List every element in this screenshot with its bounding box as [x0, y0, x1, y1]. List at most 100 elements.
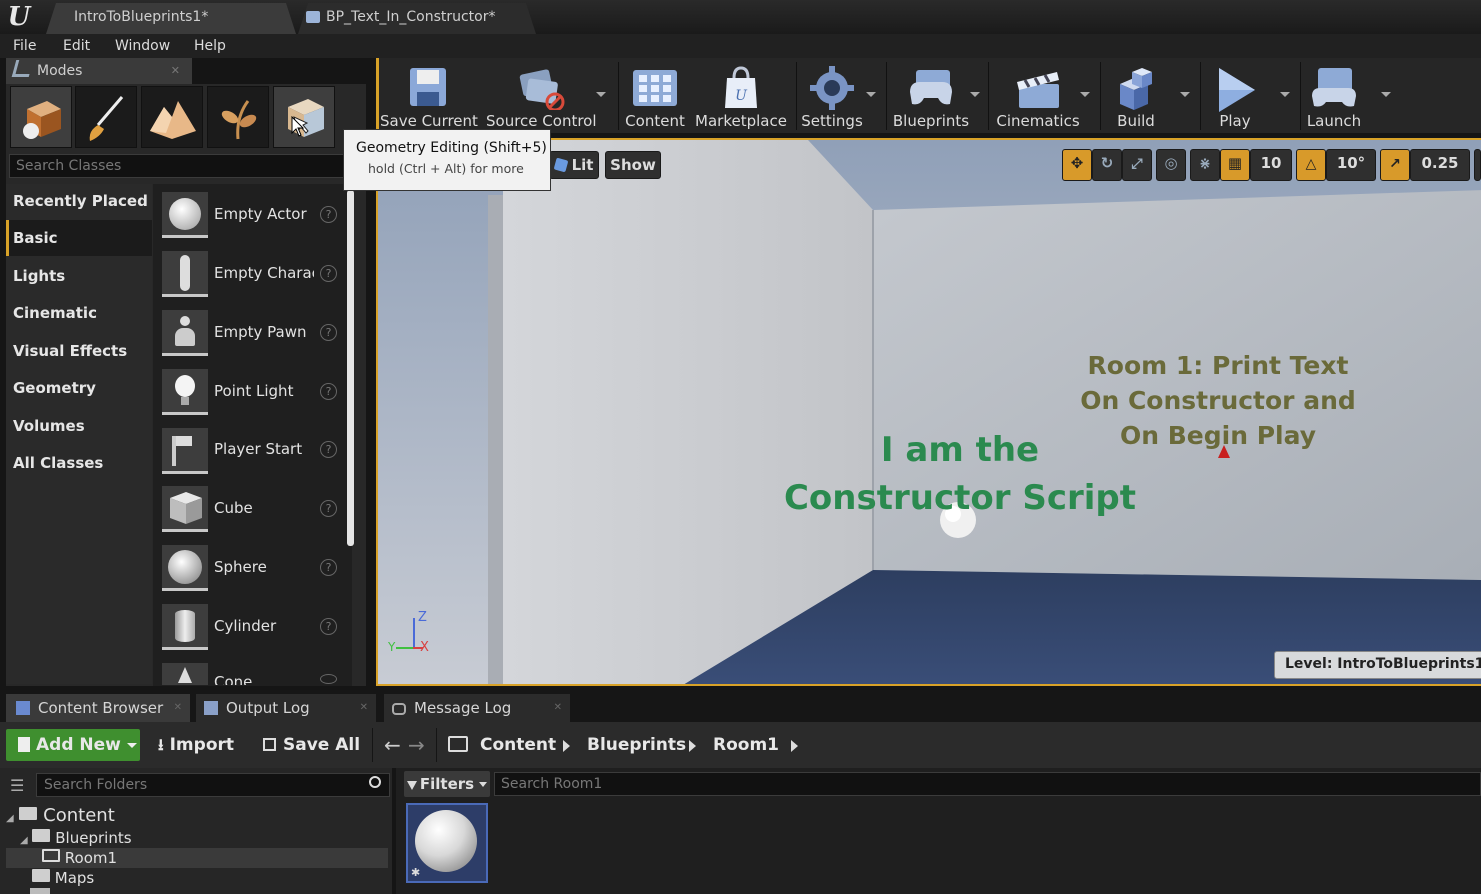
filters-button[interactable]: Filters — [404, 771, 490, 797]
world-space-button[interactable]: ◎ — [1156, 149, 1186, 181]
tree-item-blueprints[interactable]: ◢ Blueprints — [20, 828, 132, 848]
menu-file[interactable]: File — [13, 34, 36, 58]
search-classes-input[interactable]: Search Classes — [9, 154, 345, 178]
tree-item-content[interactable]: ◢ Content — [6, 806, 115, 826]
asset-cube[interactable]: Cube — [214, 499, 314, 517]
mode-landscape-button[interactable] — [141, 86, 203, 148]
category-basic[interactable]: Basic — [6, 220, 152, 256]
close-icon[interactable]: ✕ — [171, 58, 180, 84]
tab-level[interactable]: IntroToBlueprints1* — [46, 3, 296, 34]
scale-snap-toggle[interactable]: ↗ — [1380, 149, 1410, 181]
blueprints-dropdown-icon[interactable] — [970, 92, 980, 97]
camera-speed-button[interactable] — [1474, 149, 1481, 181]
help-icon[interactable]: ? — [320, 324, 337, 341]
asset-cylinder[interactable]: Cylinder — [214, 617, 314, 635]
tab-output-log[interactable]: Output Log ✕ — [196, 694, 376, 722]
search-icon[interactable] — [369, 776, 381, 788]
show-button[interactable]: Show — [605, 151, 661, 179]
help-icon[interactable]: ? — [320, 618, 337, 635]
cube-thumbnail[interactable] — [162, 486, 208, 532]
close-icon[interactable]: ✕ — [360, 694, 368, 722]
category-geometry[interactable]: Geometry — [6, 370, 152, 406]
content-button[interactable]: Content — [624, 60, 686, 132]
save-all-button[interactable]: Save All — [263, 729, 360, 761]
asset-point-light[interactable]: Point Light — [214, 382, 314, 400]
source-control-dropdown-icon[interactable] — [596, 92, 606, 97]
blueprints-button[interactable]: Blueprints — [892, 60, 970, 132]
add-new-button[interactable]: Add New — [6, 729, 140, 761]
save-current-button[interactable]: Save Current — [380, 60, 478, 132]
rotate-tool-button[interactable]: ↻ — [1092, 149, 1122, 181]
surface-snap-button[interactable]: ⋇ — [1190, 149, 1220, 181]
mode-paint-button[interactable] — [75, 86, 137, 148]
tree-options-icon[interactable]: ☰ — [10, 776, 24, 795]
asset-cone[interactable]: Cone — [214, 673, 314, 685]
player-start-thumbnail[interactable] — [162, 428, 208, 474]
mode-foliage-button[interactable] — [207, 86, 269, 148]
breadcrumb-chevron-icon[interactable] — [563, 740, 570, 752]
grid-snap-value[interactable]: 10 — [1250, 149, 1292, 181]
asset-player-start[interactable]: Player Start — [214, 440, 314, 458]
settings-dropdown-icon[interactable] — [866, 92, 876, 97]
splitter[interactable] — [392, 768, 396, 894]
scale-tool-button[interactable]: ⤢ — [1122, 149, 1152, 181]
help-icon[interactable]: ? — [320, 559, 337, 576]
breadcrumb-room1[interactable]: Room1 — [713, 733, 779, 757]
mode-place-button[interactable] — [10, 86, 72, 148]
breadcrumb-blueprints[interactable]: Blueprints — [587, 733, 686, 757]
source-control-button[interactable]: Source Control — [486, 60, 597, 132]
build-button[interactable]: Build — [1108, 60, 1164, 132]
tree-item-maps[interactable]: Maps — [32, 868, 94, 888]
sphere-thumbnail[interactable] — [162, 545, 208, 591]
rotation-snap-value[interactable]: 10° — [1326, 149, 1376, 181]
breadcrumb-content[interactable]: Content — [480, 733, 556, 757]
close-icon[interactable]: ✕ — [174, 694, 182, 722]
help-icon[interactable]: ? — [320, 265, 337, 282]
launch-dropdown-icon[interactable] — [1381, 92, 1391, 97]
asset-tile[interactable]: ✱ — [406, 803, 488, 883]
category-recently-placed[interactable]: Recently Placed — [6, 183, 152, 219]
category-all-classes[interactable]: All Classes — [6, 445, 152, 481]
breadcrumb-chevron-icon[interactable] — [689, 740, 696, 752]
tree-item-room1[interactable]: Room1 — [6, 848, 388, 868]
asset-empty-actor[interactable]: Empty Actor — [214, 205, 314, 223]
help-icon[interactable] — [320, 674, 337, 684]
help-icon[interactable]: ? — [320, 500, 337, 517]
help-icon[interactable]: ? — [320, 441, 337, 458]
play-button[interactable]: Play — [1206, 60, 1264, 132]
cinematics-dropdown-icon[interactable] — [1080, 92, 1090, 97]
translate-tool-button[interactable]: ✥ — [1062, 149, 1092, 181]
tab-content-browser[interactable]: Content Browser ✕ — [6, 694, 190, 722]
cone-thumbnail[interactable] — [162, 663, 208, 685]
menu-window[interactable]: Window — [115, 34, 170, 58]
search-assets-input[interactable]: Search Room1 — [494, 772, 1481, 796]
category-cinematic[interactable]: Cinematic — [6, 295, 152, 331]
help-icon[interactable]: ? — [320, 383, 337, 400]
breadcrumb-chevron-icon[interactable] — [791, 740, 798, 752]
lit-view-mode-button[interactable]: Lit — [549, 151, 599, 179]
empty-pawn-thumbnail[interactable] — [162, 310, 208, 356]
grid-snap-toggle[interactable]: ▦ — [1220, 149, 1250, 181]
launch-button[interactable]: Launch — [1304, 60, 1364, 132]
empty-actor-thumbnail[interactable] — [162, 192, 208, 238]
menu-edit[interactable]: Edit — [63, 34, 90, 58]
category-lights[interactable]: Lights — [6, 258, 152, 294]
asset-empty-character[interactable]: Empty Charac — [214, 264, 314, 282]
point-light-thumbnail[interactable] — [162, 369, 208, 415]
play-dropdown-icon[interactable] — [1280, 92, 1290, 97]
cinematics-button[interactable]: Cinematics — [994, 60, 1082, 132]
level-viewport[interactable]: Room 1: Print Text On Constructor and On… — [376, 138, 1481, 686]
asset-empty-pawn[interactable]: Empty Pawn — [214, 323, 314, 341]
asset-sphere[interactable]: Sphere — [214, 558, 314, 576]
scale-snap-value[interactable]: 0.25 — [1410, 149, 1470, 181]
forward-arrow-icon[interactable]: → — [408, 733, 425, 757]
scrollbar[interactable] — [347, 190, 354, 546]
menu-help[interactable]: Help — [194, 34, 226, 58]
tab-message-log[interactable]: Message Log ✕ — [384, 694, 570, 722]
settings-button[interactable]: Settings — [800, 60, 864, 132]
search-folders-input[interactable]: Search Folders — [36, 773, 390, 797]
tab-blueprint[interactable]: BP_Text_In_Constructor* — [298, 3, 536, 34]
category-volumes[interactable]: Volumes — [6, 408, 152, 444]
empty-character-thumbnail[interactable] — [162, 251, 208, 297]
build-dropdown-icon[interactable] — [1180, 92, 1190, 97]
